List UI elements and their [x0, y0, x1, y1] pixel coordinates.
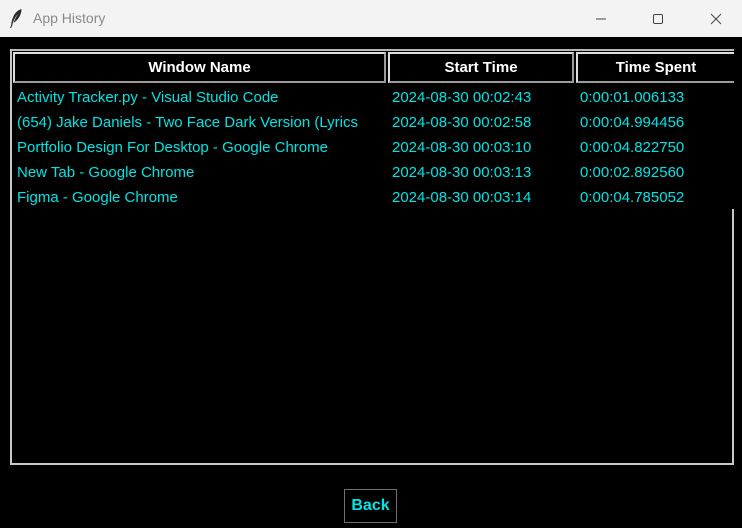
row-start-time: 2024-08-30 00:03:14	[392, 189, 532, 206]
table-row[interactable]: New Tab - Google Chrome 2024-08-30 00:03…	[12, 160, 732, 185]
row-window-name: (654) Jake Daniels - Two Face Dark Versi…	[17, 114, 358, 131]
row-window-name: New Tab - Google Chrome	[17, 164, 195, 181]
row-time-spent: 0:00:01.006133	[580, 89, 685, 106]
column-header-window-name[interactable]: Window Name	[13, 52, 386, 83]
column-header-start-time[interactable]: Start Time	[388, 52, 574, 83]
feather-icon	[10, 9, 22, 28]
close-button[interactable]	[693, 0, 739, 37]
table-row[interactable]: Figma - Google Chrome 2024-08-30 00:03:1…	[12, 185, 732, 210]
table-border-bottom	[10, 463, 734, 465]
row-time-spent: 0:00:02.892560	[580, 164, 685, 181]
row-window-name: Figma - Google Chrome	[17, 189, 178, 206]
back-button[interactable]: Back	[344, 489, 397, 523]
row-window-name: Activity Tracker.py - Visual Studio Code	[17, 89, 279, 106]
table-row[interactable]: Activity Tracker.py - Visual Studio Code…	[12, 85, 732, 110]
table-border-top	[10, 49, 734, 51]
row-start-time: 2024-08-30 00:03:13	[392, 164, 532, 181]
row-time-spent: 0:00:04.822750	[580, 139, 685, 156]
window-title: App History	[33, 10, 106, 26]
minimize-button[interactable]	[578, 0, 624, 37]
row-start-time: 2024-08-30 00:02:43	[392, 89, 532, 106]
maximize-icon	[653, 13, 663, 24]
row-time-spent: 0:00:04.994456	[580, 114, 685, 131]
row-time-spent: 0:00:04.785052	[580, 189, 685, 206]
maximize-button[interactable]	[635, 0, 681, 37]
app-history-window: App History Window Name Start Time Time …	[0, 0, 742, 528]
title-bar[interactable]: App History	[0, 0, 742, 37]
history-table[interactable]: Window Name Start Time Time Spent Activi…	[10, 49, 736, 465]
table-border-right	[732, 209, 734, 465]
row-start-time: 2024-08-30 00:03:10	[392, 139, 532, 156]
row-window-name: Portfolio Design For Desktop - Google Ch…	[17, 139, 328, 156]
minimize-icon	[596, 18, 606, 19]
column-header-time-spent[interactable]: Time Spent	[576, 52, 734, 83]
table-row[interactable]: Portfolio Design For Desktop - Google Ch…	[12, 135, 732, 160]
table-row[interactable]: (654) Jake Daniels - Two Face Dark Versi…	[12, 110, 732, 135]
close-icon	[710, 13, 722, 24]
row-start-time: 2024-08-30 00:02:58	[392, 114, 532, 131]
